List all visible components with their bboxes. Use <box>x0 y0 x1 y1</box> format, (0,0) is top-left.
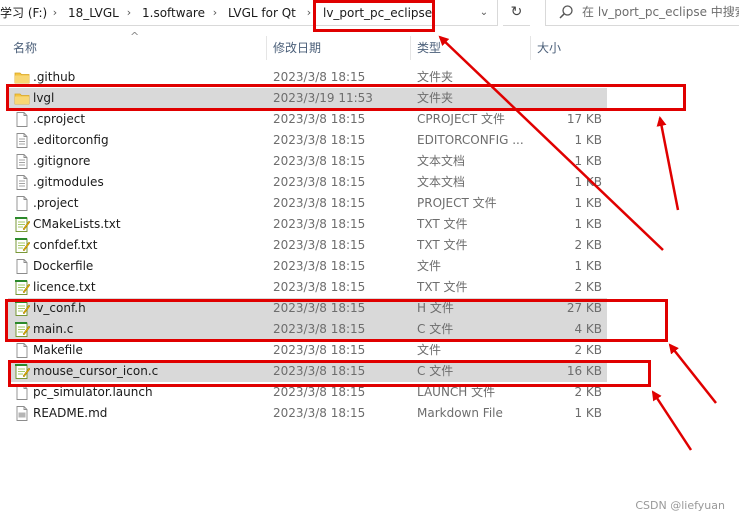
breadcrumb-separator[interactable]: › <box>209 5 221 21</box>
file-date: 2023/3/8 18:15 <box>273 343 366 357</box>
file-name: .cproject <box>33 112 86 126</box>
file-row[interactable]: confdef.txt 2023/3/8 18:15 TXT 文件 2 KB <box>8 235 607 256</box>
file-name: CMakeLists.txt <box>33 217 121 231</box>
file-date: 2023/3/8 18:15 <box>273 238 366 252</box>
arrow-to-lvconf-main <box>668 343 717 404</box>
column-divider[interactable] <box>410 36 411 60</box>
file-row[interactable]: .cproject 2023/3/8 18:15 CPROJECT 文件 17 KB <box>8 109 607 130</box>
file-row[interactable]: .gitignore 2023/3/8 18:15 文本文档 1 KB <box>8 151 607 172</box>
file-row[interactable]: CMakeLists.txt 2023/3/8 18:15 TXT 文件 1 KB <box>8 214 607 235</box>
file-name: Dockerfile <box>33 259 94 273</box>
refresh-icon: ↻ <box>510 4 523 20</box>
file-type: Markdown File <box>417 406 503 420</box>
file-type: TXT 文件 <box>417 280 468 294</box>
file-size: 2 KB <box>574 238 602 252</box>
text-file-icon <box>14 153 30 170</box>
markdown-file-icon <box>14 405 30 422</box>
file-date: 2023/3/8 18:15 <box>273 196 366 210</box>
file-row[interactable]: .gitmodules 2023/3/8 18:15 文本文档 1 KB <box>8 172 607 193</box>
highlight-box-lvgl <box>6 84 686 111</box>
file-name: .gitmodules <box>33 175 104 189</box>
watermark: CSDN @liefyuan <box>635 499 725 512</box>
file-type: TXT 文件 <box>417 217 468 231</box>
file-type: PROJECT 文件 <box>417 196 497 210</box>
file-row[interactable]: Makefile 2023/3/8 18:15 文件 2 KB <box>8 340 607 361</box>
search-icon <box>559 5 573 19</box>
file-name: .project <box>33 196 79 210</box>
file-icon <box>14 111 30 128</box>
notepad-file-icon <box>14 216 31 233</box>
file-type: 文件 <box>417 343 442 357</box>
column-header-row: ^ 名称 修改日期 类型 大小 <box>0 30 739 60</box>
text-file-icon <box>14 174 30 191</box>
notepad-file-icon <box>14 237 31 254</box>
file-size: 1 KB <box>574 196 602 210</box>
breadcrumb-drive[interactable]: 学习 (F:) <box>0 5 47 21</box>
sort-ascending-icon: ^ <box>130 30 140 43</box>
file-size: 1 KB <box>574 217 602 231</box>
file-date: 2023/3/8 18:15 <box>273 112 366 126</box>
file-name: README.md <box>33 406 108 420</box>
column-header-name[interactable]: 名称 <box>13 36 37 60</box>
file-date: 2023/3/8 18:15 <box>273 133 366 147</box>
arrow-to-lvgl <box>656 116 680 211</box>
file-size: 1 KB <box>574 259 602 273</box>
highlight-box-lvconf-main <box>5 299 668 342</box>
search-input[interactable] <box>582 3 739 21</box>
file-date: 2023/3/8 18:15 <box>273 217 366 231</box>
file-name: licence.txt <box>33 280 96 294</box>
file-row[interactable]: licence.txt 2023/3/8 18:15 TXT 文件 2 KB <box>8 277 607 298</box>
file-size: 1 KB <box>574 175 602 189</box>
file-icon <box>14 195 30 212</box>
file-type: 文本文档 <box>417 154 466 168</box>
file-name: .editorconfig <box>33 133 109 147</box>
file-type: 文件 <box>417 259 442 273</box>
file-name: .gitignore <box>33 154 91 168</box>
file-row[interactable]: README.md 2023/3/8 18:15 Markdown File 1 KB <box>8 403 607 424</box>
file-type: EDITORCONFIG ... <box>417 133 524 147</box>
refresh-button[interactable]: ↻ <box>503 0 530 26</box>
file-name: confdef.txt <box>33 238 98 252</box>
column-header-date[interactable]: 修改日期 <box>273 36 321 60</box>
file-size: 17 KB <box>566 112 602 126</box>
file-name: Makefile <box>33 343 83 357</box>
file-icon <box>14 258 30 275</box>
file-row[interactable]: Dockerfile 2023/3/8 18:15 文件 1 KB <box>8 256 607 277</box>
search-box[interactable] <box>545 0 739 26</box>
file-size: 1 KB <box>574 133 602 147</box>
file-row[interactable]: .project 2023/3/8 18:15 PROJECT 文件 1 KB <box>8 193 607 214</box>
file-date: 2023/3/8 18:15 <box>273 259 366 273</box>
file-icon <box>14 342 30 359</box>
file-size: 2 KB <box>574 343 602 357</box>
breadcrumb-software[interactable]: 1.software <box>142 5 205 21</box>
arrow-to-mouse-cursor <box>651 390 693 451</box>
file-type: TXT 文件 <box>417 238 468 252</box>
notepad-file-icon <box>14 279 31 296</box>
highlight-box-mouse-cursor <box>8 360 651 387</box>
highlight-box-current-folder <box>313 0 435 32</box>
breadcrumb-separator[interactable]: › <box>123 5 135 21</box>
chevron-down-icon[interactable]: ⌄ <box>474 4 494 22</box>
file-size: 2 KB <box>574 280 602 294</box>
file-size: 1 KB <box>574 154 602 168</box>
column-header-size[interactable]: 大小 <box>537 36 561 60</box>
file-type: 文本文档 <box>417 175 466 189</box>
column-divider[interactable] <box>266 36 267 60</box>
file-date: 2023/3/8 18:15 <box>273 154 366 168</box>
file-type: CPROJECT 文件 <box>417 112 506 126</box>
file-date: 2023/3/8 18:15 <box>273 406 366 420</box>
file-row[interactable]: .editorconfig 2023/3/8 18:15 EDITORCONFIG … <box>8 130 607 151</box>
breadcrumb-separator[interactable]: › <box>49 5 61 21</box>
file-date: 2023/3/8 18:15 <box>273 175 366 189</box>
breadcrumb-lvgl-for-qt[interactable]: LVGL for Qt <box>228 5 296 21</box>
file-date: 2023/3/8 18:15 <box>273 280 366 294</box>
file-size: 1 KB <box>574 406 602 420</box>
column-header-type[interactable]: 类型 <box>417 36 441 60</box>
text-file-icon <box>14 132 30 149</box>
column-divider[interactable] <box>530 36 531 60</box>
breadcrumb-18-lvgl[interactable]: 18_LVGL <box>68 5 119 21</box>
